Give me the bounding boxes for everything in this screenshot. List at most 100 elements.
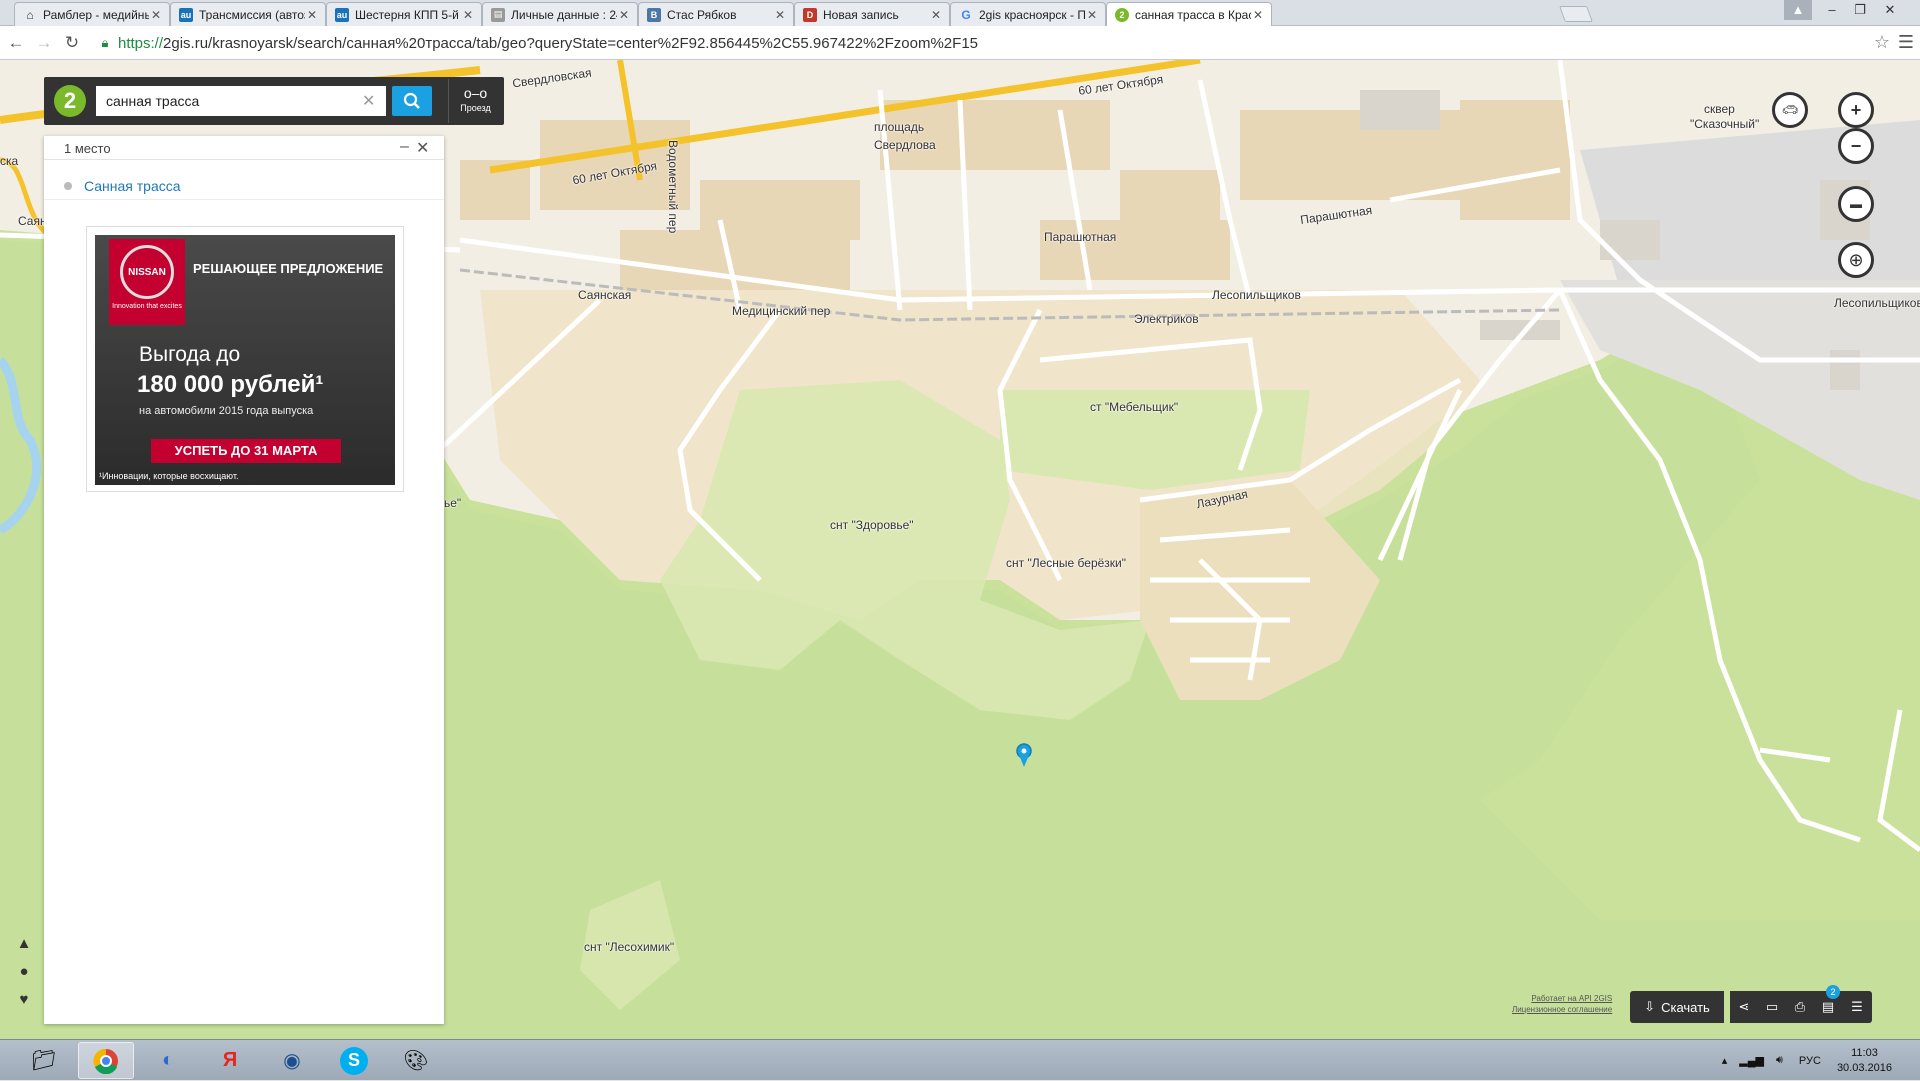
bookmark-star-icon[interactable]: ☆ xyxy=(1874,32,1890,53)
browser-tab-gear[interactable]: au Шестерня КПП 5-й пере ✕ xyxy=(326,2,482,26)
result-item[interactable]: Санная трасса xyxy=(44,160,444,200)
close-tab-icon[interactable]: ✕ xyxy=(461,8,475,22)
nissan-brand: NISSAN xyxy=(120,245,174,299)
browser-tab-personal-data[interactable]: ▤ Личные данные : 24AUT ✕ xyxy=(482,2,638,26)
site-au-icon: au xyxy=(179,7,193,22)
locate-me-icon[interactable]: ⊕ xyxy=(1838,242,1874,278)
download-button[interactable]: ⇩ Скачать xyxy=(1630,991,1724,1023)
close-tab-icon[interactable]: ✕ xyxy=(1085,8,1099,22)
user-icon[interactable]: ● xyxy=(12,958,36,986)
close-window-icon[interactable]: ✕ xyxy=(1876,0,1904,20)
street-label: Водометный пер xyxy=(666,140,680,234)
vk-icon: В xyxy=(647,7,661,22)
zoom-in-icon[interactable]: + xyxy=(1838,92,1874,128)
2gis-icon: 2 xyxy=(1115,7,1129,22)
search-bar: 2 ✕ o‒o Проезд xyxy=(44,77,504,125)
tab-title: Трансмиссия (автозапча xyxy=(199,7,305,22)
restore-icon[interactable]: ❐ xyxy=(1846,0,1874,20)
place-label: сквер xyxy=(1704,102,1735,116)
browser-tab-new-post[interactable]: D Новая запись ✕ xyxy=(794,2,950,26)
bookmarks-icon[interactable]: ▤ 2 xyxy=(1814,985,1842,1023)
place-label: ье" xyxy=(444,496,462,510)
reload-icon[interactable]: ↻ xyxy=(60,32,84,54)
close-tab-icon[interactable]: ✕ xyxy=(773,8,787,22)
thunderbird-icon[interactable]: ◉ xyxy=(264,1042,320,1079)
chrome-icon[interactable] xyxy=(78,1042,134,1079)
map-bottom-toolbar: ⇩ Скачать ⋖ ▭ ⎙ ▤ 2 ☰ xyxy=(1630,985,1872,1023)
api-credits: Работает на API 2GIS Лицензионное соглаш… xyxy=(1512,993,1612,1015)
zoom-out-icon[interactable]: − xyxy=(1838,128,1874,164)
ad-benefit-line2: 180 000 рублей¹ xyxy=(137,371,324,398)
browser-tab-2gis-active[interactable]: 2 санная трасса в Красно ✕ xyxy=(1106,2,1272,26)
volume-icon[interactable]: 🔊︎ xyxy=(1776,1054,1783,1067)
paint-icon[interactable]: 🎨︎ xyxy=(388,1042,444,1079)
tab-strip: ⌂ Рамблер - медийный пор ✕ au Трансмисси… xyxy=(0,0,1920,26)
results-panel: 1 место – ✕ Санная трасса NISSAN Innovat… xyxy=(44,136,444,1024)
house-icon: ⌂ xyxy=(26,7,34,22)
browser-tab-transmission[interactable]: au Трансмиссия (автозапча ✕ xyxy=(170,2,326,26)
place-label: "Сказочный" xyxy=(1690,117,1760,131)
new-tab-button[interactable] xyxy=(1559,6,1593,22)
close-tab-icon[interactable]: ✕ xyxy=(149,8,163,22)
search-button[interactable] xyxy=(392,86,432,116)
street-label: ска xyxy=(0,154,19,168)
clock[interactable]: 11:03 30.03.2016 xyxy=(1837,1046,1892,1076)
close-panel-icon[interactable]: ✕ xyxy=(416,138,429,158)
search-input[interactable] xyxy=(96,86,386,116)
street-label: Саянская xyxy=(578,288,632,302)
ad-creative[interactable]: NISSAN Innovation that excites РЕШАЮЩЕЕ … xyxy=(95,235,395,485)
forward-arrow-icon[interactable]: → xyxy=(32,32,56,54)
route-button[interactable]: o‒o Проезд xyxy=(448,79,502,123)
language-indicator[interactable]: РУС xyxy=(1799,1055,1821,1067)
street-label: Саян xyxy=(18,214,47,228)
network-signal-icon[interactable]: ▂▄▆ xyxy=(1739,1054,1764,1067)
browser-menu-icon[interactable]: ☰ xyxy=(1898,32,1914,53)
place-label: снт "Здоровье" xyxy=(830,518,914,532)
results-count: 1 место xyxy=(64,141,111,156)
close-tab-icon[interactable]: ✕ xyxy=(617,8,631,22)
api-link[interactable]: Работает на API 2GIS xyxy=(1512,993,1612,1004)
print-icon[interactable]: ⎙ xyxy=(1786,991,1814,1023)
ad-cta-button[interactable]: УСПЕТЬ ДО 31 МАРТА xyxy=(151,439,341,463)
browser-tab-google[interactable]: G 2gis красноярск - Поиск ✕ xyxy=(950,2,1106,26)
file-explorer-icon[interactable]: 📁︎ xyxy=(16,1042,72,1079)
ruler-icon[interactable]: ▬ xyxy=(1838,186,1874,222)
traffic-car-icon[interactable]: 🚗︎ xyxy=(1772,92,1808,128)
download-icon: ⇩ xyxy=(1644,999,1656,1014)
2gis-logo[interactable]: 2 xyxy=(54,85,86,117)
comment-icon[interactable]: ▭ xyxy=(1758,991,1786,1023)
system-tray: ▴ ▂▄▆ 🔊︎ РУС 11:03 30.03.2016 xyxy=(1722,1040,1920,1081)
browser-toolbar: ← → ↻ 🔒︎ https://2gis.ru/krasnoyarsk/sea… xyxy=(0,26,1920,60)
url-scheme: https:// xyxy=(118,34,164,52)
results-header: 1 место – ✕ xyxy=(44,136,444,160)
site-au-icon: au xyxy=(335,7,349,22)
download-label: Скачать xyxy=(1661,999,1710,1015)
browser-tab-rambler[interactable]: ⌂ Рамблер - медийный пор ✕ xyxy=(14,2,170,26)
tab-title: Шестерня КПП 5-й пере xyxy=(355,7,461,22)
minimize-icon[interactable]: – xyxy=(1818,0,1846,20)
menu-icon[interactable]: ☰ xyxy=(1842,991,1872,1023)
street-label: Электриков xyxy=(1134,312,1199,326)
layers-icon[interactable]: ▲ xyxy=(12,930,36,958)
notification-badge: 2 xyxy=(1826,985,1840,999)
license-link[interactable]: Лицензионное соглашение xyxy=(1512,1004,1612,1015)
close-tab-icon[interactable]: ✕ xyxy=(305,8,319,22)
route-icon: o‒o xyxy=(463,85,488,101)
clear-search-icon[interactable]: ✕ xyxy=(362,91,375,111)
ad-banner[interactable]: NISSAN Innovation that excites РЕШАЮЩЕЕ … xyxy=(86,226,404,492)
show-hidden-icons-icon[interactable]: ▴ xyxy=(1722,1054,1728,1067)
close-tab-icon[interactable]: ✕ xyxy=(929,8,943,22)
minimize-panel-icon[interactable]: – xyxy=(400,138,409,156)
yandex-browser-icon[interactable]: Я xyxy=(202,1042,258,1079)
location-pin-icon xyxy=(64,181,72,190)
back-arrow-icon[interactable]: ← xyxy=(4,32,28,54)
address-bar[interactable]: 🔒︎ https://2gis.ru/krasnoyarsk/search/са… xyxy=(98,30,1868,56)
media-player-icon[interactable]: ◐ xyxy=(140,1042,196,1079)
result-title[interactable]: Санная трасса xyxy=(84,178,181,194)
favorites-heart-icon[interactable]: ♥ xyxy=(12,986,36,1014)
close-tab-icon[interactable]: ✕ xyxy=(1251,8,1265,22)
browser-tab-vk[interactable]: В Стас Рябков ✕ xyxy=(638,2,794,26)
skype-icon[interactable]: S xyxy=(326,1042,382,1079)
share-icon[interactable]: ⋖ xyxy=(1730,991,1758,1023)
profile-icon[interactable]: ▲ xyxy=(1784,0,1812,20)
